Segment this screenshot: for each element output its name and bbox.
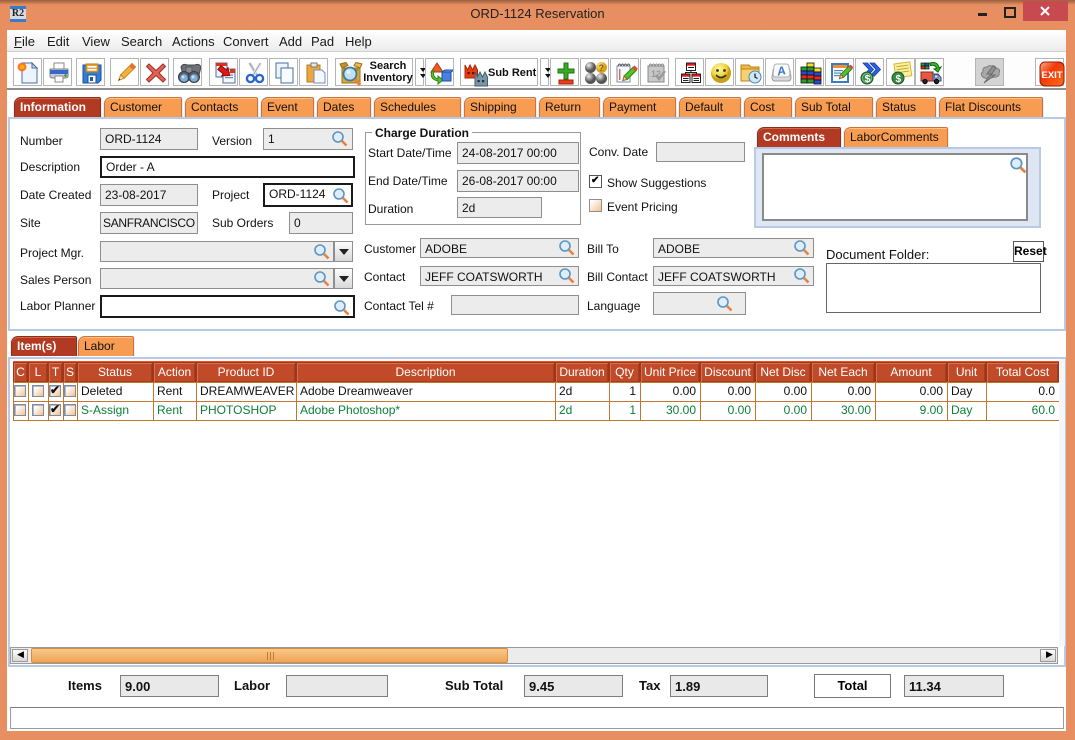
svg-text:$: $ — [865, 73, 871, 85]
svg-text:?: ? — [599, 63, 605, 73]
svg-text:$: $ — [896, 74, 902, 85]
svg-text:EXIT: EXIT — [1042, 70, 1063, 81]
